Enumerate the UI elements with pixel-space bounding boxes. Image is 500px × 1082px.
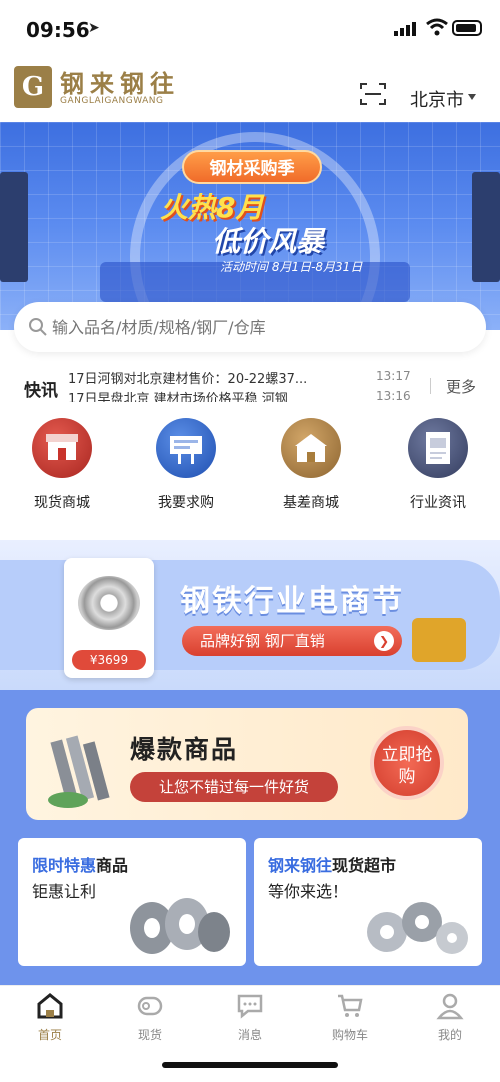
spot-market-card[interactable]: 钢来钢往现货超市 等你来选！ (254, 838, 482, 966)
news-time: 13:17 (376, 369, 411, 383)
category-label: 行业资讯 (410, 495, 466, 511)
category-label: 基差商城 (283, 495, 339, 511)
billboard-icon (156, 418, 216, 478)
status-time: 09:56 (26, 18, 90, 42)
product-card: ¥3699 (64, 558, 154, 678)
tab-spot[interactable]: 现货 (100, 990, 200, 1050)
warehouse-icon (281, 418, 341, 478)
mini-card-subtitle: 等你来选！ (268, 882, 349, 901)
coil-icon (137, 996, 163, 1016)
promo-button-label: 品牌好钢 钢厂直销 (200, 632, 325, 650)
signal-icon (394, 22, 416, 36)
hot-products-card[interactable]: 爆款商品 让您不错过每一件好货 立即抢购 (26, 708, 468, 820)
search-icon (29, 318, 47, 336)
category-label: 现货商城 (34, 495, 90, 511)
tab-label: 我的 (437, 1028, 462, 1042)
mini-card-title: 限时特惠商品 (32, 856, 129, 875)
tab-label: 首页 (37, 1028, 62, 1042)
promo-title: 钢铁行业电商节 (180, 584, 404, 619)
speaker-left (0, 172, 28, 282)
mini-card-subtitle: 钜惠让利 (32, 882, 97, 901)
chevron-down-icon[interactable] (468, 94, 476, 100)
shop-icon (32, 418, 92, 478)
product-price: ¥3699 (72, 650, 146, 670)
news-item[interactable]: 17日早盘北京 建材市场价格平稳 河钢 (68, 388, 368, 402)
tab-messages[interactable]: 消息 (200, 990, 300, 1050)
news-item[interactable]: 17日河钢对北京建材售价：20-22螺37... (68, 368, 368, 387)
featured-section: 爆款商品 让您不错过每一件好货 立即抢购 限时特惠商品 钜惠让利 钢来钢往现货超… (0, 690, 500, 985)
chevron-right-icon: ❯ (374, 631, 394, 651)
promo-button[interactable]: 品牌好钢 钢厂直销 ❯ (182, 626, 402, 656)
news-more-link[interactable]: 更多 (446, 376, 476, 397)
steel-coil-image (78, 576, 140, 630)
status-bar: 09:56 ➤ (0, 0, 500, 58)
news-time: 13:16 (376, 389, 411, 402)
category-label: 我要求购 (158, 495, 214, 511)
logo-mark: G (14, 66, 52, 108)
user-icon (436, 993, 464, 1020)
steel-pipes-image (48, 735, 110, 808)
document-icon (408, 418, 468, 478)
promo-banner[interactable]: 钢材采购季 火热8月 低价风暴 活动时间 8月1日-8月31日 (0, 122, 500, 330)
tab-label: 现货 (137, 1028, 162, 1042)
steel-rolls-image (367, 902, 468, 954)
wifi-icon (426, 18, 448, 36)
tab-profile[interactable]: 我的 (400, 990, 500, 1050)
category-news[interactable]: 行业资讯 (393, 418, 483, 511)
news-divider (430, 378, 431, 394)
mini-card-title: 钢来钢往现货超市 (268, 856, 397, 875)
search-bar[interactable] (14, 302, 486, 352)
buy-now-button[interactable]: 立即抢购 (370, 726, 444, 800)
location-arrow-icon: ➤ (88, 20, 100, 36)
hot-subtitle: 让您不错过每一件好货 (130, 772, 338, 802)
news-ticker[interactable]: 快讯 17日河钢对北京建材售价：20-22螺37... 13:17 17日早盘北… (0, 366, 500, 402)
scan-icon[interactable] (360, 82, 386, 106)
logo-subtext: GANGLAIGANGWANG (60, 96, 164, 106)
message-icon (237, 994, 263, 1019)
home-indicator (162, 1062, 338, 1068)
hot-title: 爆款商品 (130, 735, 239, 764)
home-icon (37, 993, 63, 1019)
tab-label: 购物车 (331, 1028, 368, 1042)
banner-tag: 钢材采购季 (182, 150, 322, 184)
cart-icon (338, 994, 363, 1017)
battery-icon (452, 20, 482, 36)
news-label: 快讯 (24, 381, 58, 401)
ecommerce-festival-banner[interactable]: ¥3699 钢铁行业电商节 品牌好钢 钢厂直销 ❯ (0, 540, 500, 690)
city-selector[interactable]: 北京市 (410, 86, 464, 112)
category-basis-mall[interactable]: 基差商城 (266, 418, 356, 511)
treasure-chest-icon (412, 618, 466, 662)
logo-text: 钢来钢往 (60, 70, 180, 98)
tab-cart[interactable]: 购物车 (300, 990, 400, 1050)
banner-title-2: 低价风暴 (212, 225, 325, 258)
speaker-right (472, 172, 500, 282)
category-spot-mall[interactable]: 现货商城 (17, 418, 107, 511)
tab-label: 消息 (237, 1028, 262, 1042)
tab-home[interactable]: 首页 (0, 990, 100, 1050)
category-purchase[interactable]: 我要求购 (141, 418, 231, 511)
steel-coils-image (130, 898, 230, 954)
flash-sale-card[interactable]: 限时特惠商品 钜惠让利 (18, 838, 246, 966)
banner-date: 活动时间 8月1日-8月31日 (220, 260, 363, 274)
app-header: G 钢来钢往 GANGLAIGANGWANG 北京市 (0, 58, 500, 122)
search-input[interactable] (52, 314, 472, 340)
